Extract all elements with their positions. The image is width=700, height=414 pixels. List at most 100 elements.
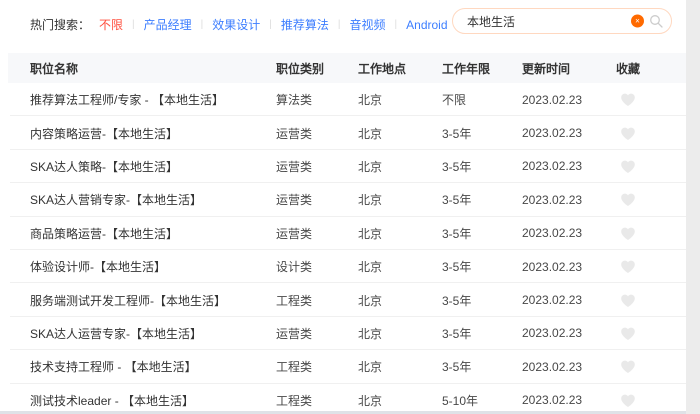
favorite-button[interactable] (620, 359, 636, 374)
table-row[interactable]: SKA达人策略-【本地生活】 运营类 北京 3-5年 2023.02.23 (8, 150, 686, 183)
search-box[interactable]: × (452, 8, 672, 34)
page-right-gutter (686, 0, 700, 414)
job-name[interactable]: SKA达人策略-【本地生活】 (30, 158, 276, 175)
favorite-button[interactable] (620, 393, 636, 408)
favorite-button[interactable] (620, 126, 636, 141)
job-category: 运营类 (276, 191, 358, 208)
search-input[interactable] (467, 9, 612, 33)
job-years: 3-5年 (442, 258, 522, 275)
table-body: 推荐算法工程师/专家 - 【本地生活】 算法类 北京 不限 2023.02.23… (8, 83, 686, 414)
table-row[interactable]: 体验设计师-【本地生活】 设计类 北京 3-5年 2023.02.23 (8, 250, 686, 283)
job-name[interactable]: SKA达人运营专家-【本地生活】 (30, 325, 276, 342)
job-updated: 2023.02.23 (522, 159, 608, 173)
job-updated: 2023.02.23 (522, 93, 608, 107)
table-row[interactable]: 商品策略运营-【本地生活】 运营类 北京 3-5年 2023.02.23 (8, 217, 686, 250)
link-separator: | (338, 19, 341, 30)
job-search-page: 热门搜索： 不限|产品经理|效果设计|推荐算法|音视频|Android × 职位… (0, 0, 700, 414)
job-name[interactable]: SKA达人营销专家-【本地生活】 (30, 191, 276, 208)
heart-icon (620, 126, 636, 141)
heart-icon (620, 92, 636, 107)
heart-icon (620, 326, 636, 341)
job-location: 北京 (358, 191, 442, 208)
job-updated: 2023.02.23 (522, 126, 608, 140)
favorite-button[interactable] (620, 159, 636, 174)
heart-icon (620, 393, 636, 408)
favorite-button[interactable] (620, 226, 636, 241)
job-location: 北京 (358, 125, 442, 142)
job-location: 北京 (358, 225, 442, 242)
search-icon[interactable] (649, 14, 663, 28)
job-category: 工程类 (276, 358, 358, 375)
job-years: 3-5年 (442, 191, 522, 208)
job-category: 运营类 (276, 158, 358, 175)
clear-search-icon[interactable]: × (631, 15, 644, 28)
job-location: 北京 (358, 91, 442, 108)
table-row[interactable]: SKA达人营销专家-【本地生活】 运营类 北京 3-5年 2023.02.23 (8, 183, 686, 216)
hot-search-link-5[interactable]: Android (406, 18, 447, 32)
job-name[interactable]: 体验设计师-【本地生活】 (30, 258, 276, 275)
heart-icon (620, 226, 636, 241)
job-category: 设计类 (276, 258, 358, 275)
job-updated: 2023.02.23 (522, 326, 608, 340)
job-years: 5-10年 (442, 392, 522, 409)
job-category: 工程类 (276, 292, 358, 309)
column-header-category: 职位类别 (276, 60, 358, 77)
heart-icon (620, 192, 636, 207)
favorite-button[interactable] (620, 326, 636, 341)
job-location: 北京 (358, 358, 442, 375)
job-name[interactable]: 推荐算法工程师/专家 - 【本地生活】 (30, 91, 276, 108)
table-row[interactable]: SKA达人运营专家-【本地生活】 运营类 北京 3-5年 2023.02.23 (8, 317, 686, 350)
heart-icon (620, 159, 636, 174)
link-separator: | (269, 19, 272, 30)
job-category: 算法类 (276, 91, 358, 108)
column-header-job-name: 职位名称 (30, 60, 276, 77)
hot-search-link-4[interactable]: 音视频 (350, 16, 386, 33)
job-location: 北京 (358, 158, 442, 175)
favorite-button[interactable] (620, 192, 636, 207)
job-name[interactable]: 测试技术leader - 【本地生活】 (30, 392, 276, 409)
job-name[interactable]: 内容策略运营-【本地生活】 (30, 125, 276, 142)
job-years: 不限 (442, 91, 522, 108)
job-years: 3-5年 (442, 158, 522, 175)
topbar: 热门搜索： 不限|产品经理|效果设计|推荐算法|音视频|Android × (0, 0, 700, 53)
job-name[interactable]: 商品策略运营-【本地生活】 (30, 225, 276, 242)
column-header-favorite: 收藏 (616, 60, 640, 77)
hot-search-link-0[interactable]: 不限 (99, 16, 123, 33)
link-separator: | (201, 19, 204, 30)
job-location: 北京 (358, 325, 442, 342)
favorite-button[interactable] (620, 259, 636, 274)
hot-search-link-2[interactable]: 效果设计 (212, 16, 260, 33)
job-category: 工程类 (276, 392, 358, 409)
job-location: 北京 (358, 292, 442, 309)
job-updated: 2023.02.23 (522, 193, 608, 207)
job-category: 运营类 (276, 325, 358, 342)
heart-icon (620, 259, 636, 274)
favorite-button[interactable] (620, 92, 636, 107)
table-row[interactable]: 服务端测试开发工程师-【本地生活】 工程类 北京 3-5年 2023.02.23 (8, 283, 686, 316)
job-years: 3-5年 (442, 292, 522, 309)
table-header-row: 职位名称 职位类别 工作地点 工作年限 更新时间 收藏 (8, 53, 686, 83)
hot-search-bar: 热门搜索： 不限|产品经理|效果设计|推荐算法|音视频|Android (30, 16, 448, 33)
favorite-button[interactable] (620, 293, 636, 308)
job-years: 3-5年 (442, 125, 522, 142)
column-header-years: 工作年限 (442, 60, 522, 77)
job-category: 运营类 (276, 125, 358, 142)
job-table: 职位名称 职位类别 工作地点 工作年限 更新时间 收藏 推荐算法工程师/专家 -… (8, 53, 686, 414)
column-header-updated: 更新时间 (522, 60, 608, 77)
table-row[interactable]: 测试技术leader - 【本地生活】 工程类 北京 5-10年 2023.02… (8, 384, 686, 414)
job-years: 3-5年 (442, 325, 522, 342)
hot-search-link-1[interactable]: 产品经理 (144, 16, 192, 33)
job-name[interactable]: 技术支持工程师 - 【本地生活】 (30, 358, 276, 375)
hot-search-links: 不限|产品经理|效果设计|推荐算法|音视频|Android (99, 16, 448, 33)
job-category: 运营类 (276, 225, 358, 242)
job-name[interactable]: 服务端测试开发工程师-【本地生活】 (30, 292, 276, 309)
table-row[interactable]: 技术支持工程师 - 【本地生活】 工程类 北京 3-5年 2023.02.23 (8, 350, 686, 383)
job-updated: 2023.02.23 (522, 260, 608, 274)
hot-search-link-3[interactable]: 推荐算法 (281, 16, 329, 33)
job-updated: 2023.02.23 (522, 226, 608, 240)
hot-search-label: 热门搜索： (30, 16, 90, 33)
column-header-location: 工作地点 (358, 60, 442, 77)
table-row[interactable]: 内容策略运营-【本地生活】 运营类 北京 3-5年 2023.02.23 (8, 116, 686, 149)
job-location: 北京 (358, 258, 442, 275)
table-row[interactable]: 推荐算法工程师/专家 - 【本地生活】 算法类 北京 不限 2023.02.23 (8, 83, 686, 116)
